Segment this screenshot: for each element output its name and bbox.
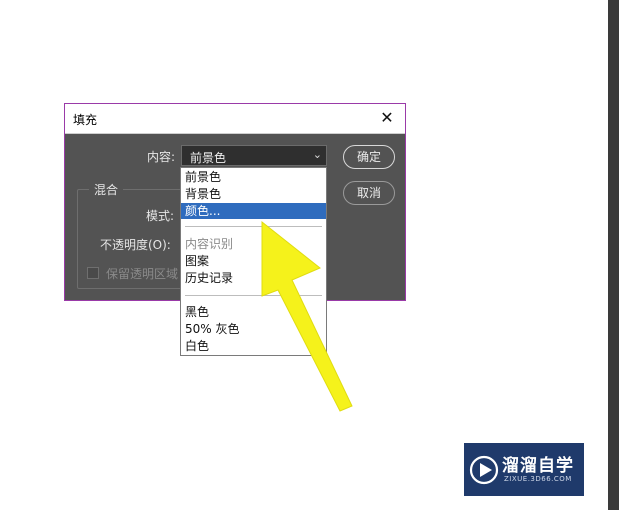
watermark-url: ZIXUE.3D66.COM — [504, 475, 572, 483]
watermark-logo: 溜溜自学 ZIXUE.3D66.COM — [464, 443, 584, 496]
annotation-arrow-icon — [261, 220, 353, 412]
play-icon — [469, 455, 499, 485]
watermark-name: 溜溜自学 — [502, 456, 574, 476]
